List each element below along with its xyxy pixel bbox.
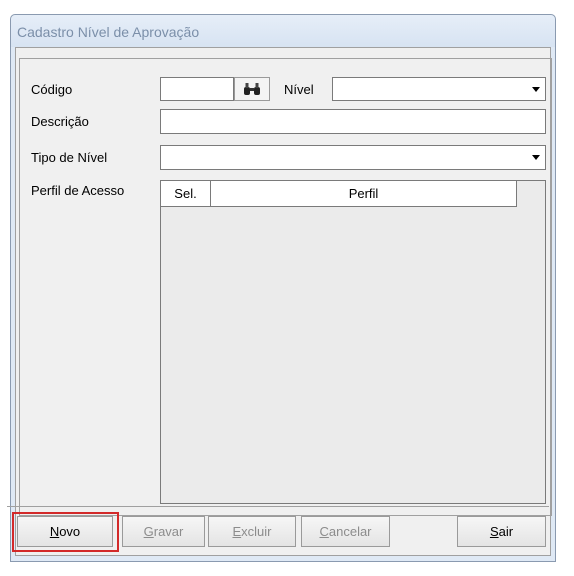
title-bar[interactable]: Cadastro Nível de Aprovação [11,15,555,47]
window-title: Cadastro Nível de Aprovação [17,24,200,40]
descricao-label: Descrição [31,114,89,129]
cancelar-button[interactable]: Cancelar [301,516,390,547]
grid-header-perfil[interactable]: Perfil [211,181,517,207]
sair-button[interactable]: Sair [457,516,546,547]
tipo-nivel-label: Tipo de Nível [31,150,108,165]
grid-header-sel[interactable]: Sel. [161,181,211,207]
search-button[interactable] [234,77,270,101]
nivel-select[interactable] [332,77,546,101]
chevron-down-icon[interactable] [528,79,544,99]
highlight-box [12,512,119,552]
excluir-button[interactable]: Excluir [208,516,296,547]
gravar-button[interactable]: Gravar [122,516,205,547]
perfil-acesso-label: Perfil de Acesso [31,183,125,198]
perfil-grid[interactable]: Sel. Perfil [160,180,546,504]
codigo-field[interactable] [160,77,234,101]
descricao-field[interactable] [160,109,546,134]
tipo-nivel-select[interactable] [160,145,546,170]
codigo-label: Código [31,82,73,97]
nivel-label: Nível [284,82,314,97]
chevron-down-icon[interactable] [528,147,544,168]
binoculars-icon [244,83,260,95]
